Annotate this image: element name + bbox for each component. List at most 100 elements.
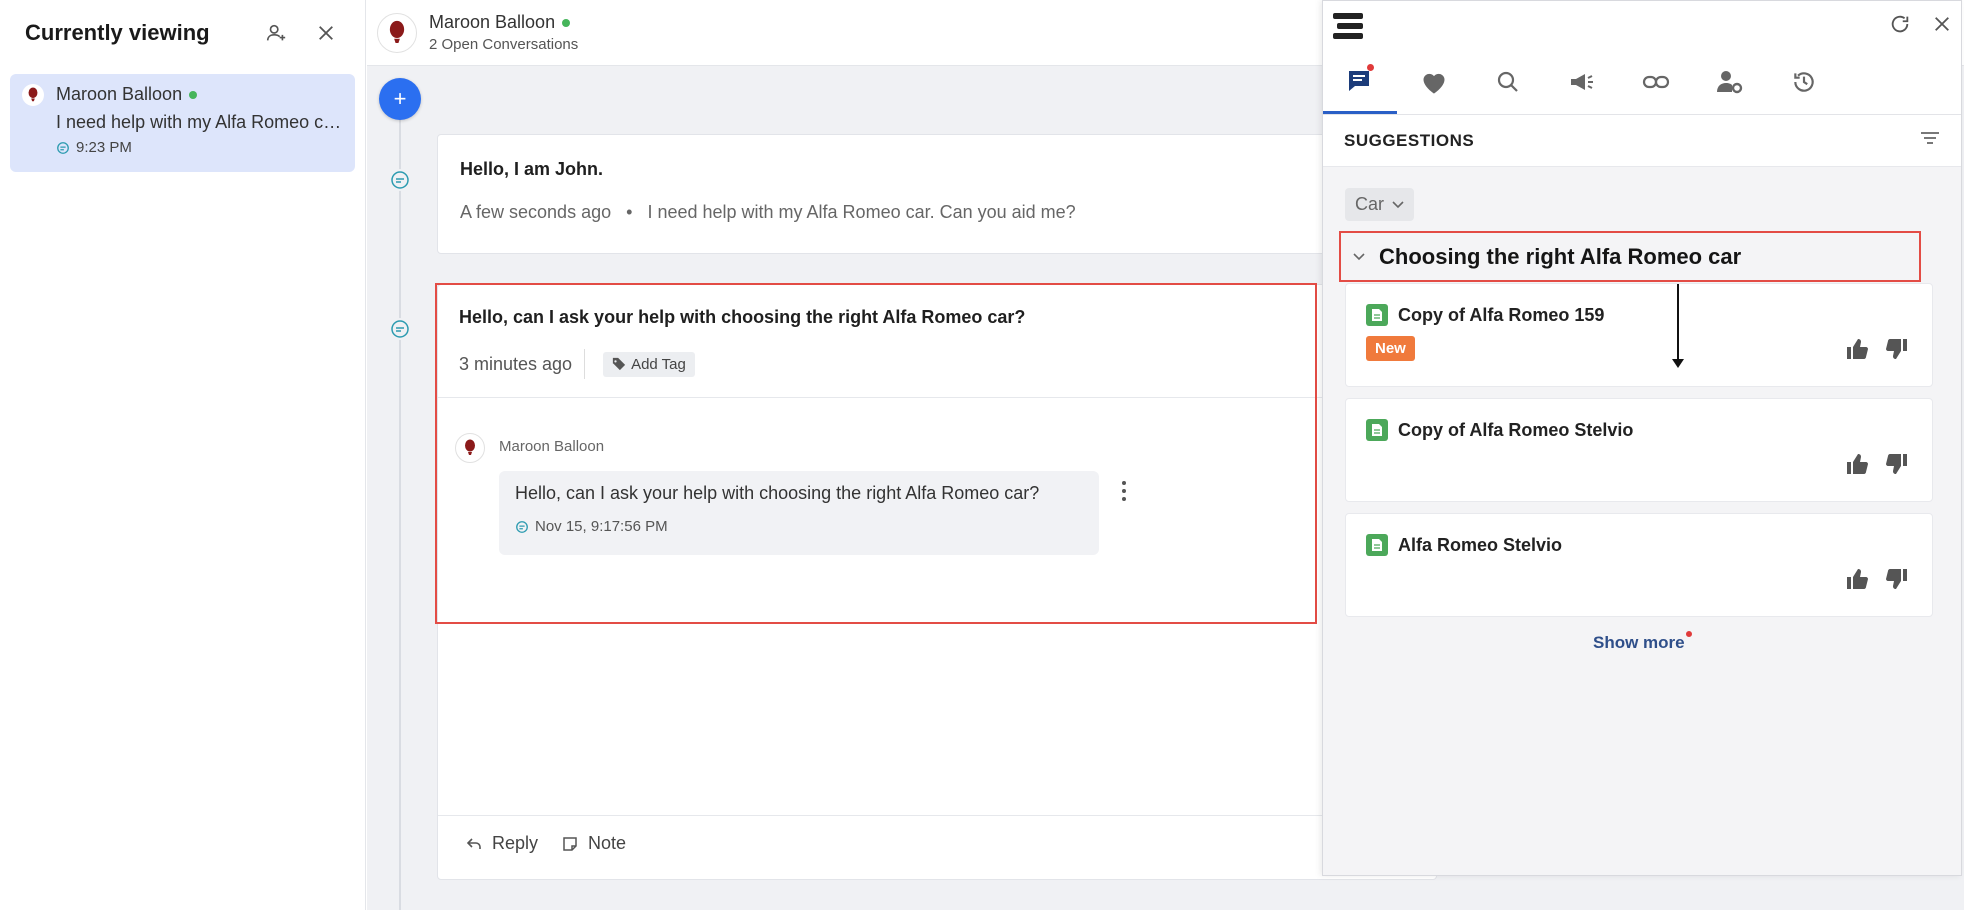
suggestion-card[interactable]: Copy of Alfa Romeo Stelvio [1345, 398, 1933, 502]
add-conversation-button[interactable]: + [379, 78, 421, 120]
thumbs-up-icon[interactable] [1844, 566, 1870, 592]
chat-bubble-icon [389, 318, 411, 340]
notification-dot [1685, 631, 1692, 637]
conversation-card[interactable]: Hello, I am John. A few seconds ago • I … [437, 134, 1437, 254]
online-status-dot [562, 18, 571, 27]
open-conversations-count: 2 Open Conversations [429, 36, 579, 53]
add-tag-label: Add Tag [631, 355, 686, 373]
tab-chat[interactable] [1323, 50, 1397, 114]
new-badge: New [1366, 336, 1415, 361]
visitor-name: Maroon Balloon [56, 84, 183, 104]
thumbs-up-icon[interactable] [1844, 451, 1870, 477]
visitor-card[interactable]: Maroon Balloon I need help with my Alfa … [10, 74, 355, 172]
refresh-icon[interactable] [1889, 13, 1911, 40]
thumbs-down-icon[interactable] [1884, 336, 1910, 362]
suggestion-title: Copy of Alfa Romeo Stelvio [1398, 419, 1634, 440]
contact-name-row: Maroon Balloon [429, 12, 578, 33]
tab-links[interactable] [1619, 50, 1693, 114]
conversation-title: Hello, I am John. [460, 159, 604, 179]
add-user-icon[interactable] [262, 19, 290, 47]
message-text: Hello, can I ask your help with choosing… [515, 483, 1040, 503]
suggestions-title: SUGGESTIONS [1344, 130, 1475, 150]
show-more-link[interactable]: Show more [1593, 631, 1692, 653]
suggestions-header: SUGGESTIONS [1323, 115, 1961, 167]
tab-user-settings[interactable] [1693, 50, 1767, 114]
reply-icon [466, 837, 481, 849]
add-tag-button[interactable]: Add Tag [603, 351, 695, 377]
conversation-preview: I need help with my Alfa Romeo car. Can … [647, 202, 1076, 222]
chevron-down-icon [1392, 200, 1404, 208]
online-status-dot [189, 90, 198, 99]
sidebar-header: Currently viewing [0, 0, 365, 66]
panel-topbar [1323, 1, 1961, 51]
note-icon [563, 836, 577, 851]
conversation-meta: A few seconds ago • I need help with my … [460, 202, 1414, 223]
app-logo-icon [1333, 13, 1363, 39]
conversation-time: 3 minutes ago [459, 353, 573, 374]
message-time-row: Nov 15, 9:17:56 PM [515, 518, 1083, 535]
reply-button[interactable]: Reply [466, 833, 538, 854]
message-time: Nov 15, 9:17:56 PM [535, 518, 668, 535]
suggestion-title: Alfa Romeo Stelvio [1398, 534, 1563, 555]
more-options-icon[interactable] [1118, 479, 1130, 503]
chat-bubble-icon [57, 141, 69, 154]
thumbs-down-icon[interactable] [1884, 451, 1910, 477]
meta-separator: • [616, 202, 643, 222]
search-icon [1497, 71, 1518, 92]
tag-icon [612, 357, 626, 371]
conversation-meta: 3 minutes ago Add Tag [459, 349, 695, 379]
balloon-avatar [455, 433, 485, 463]
suggestion-card[interactable]: Alfa Romeo Stelvio [1345, 513, 1933, 617]
annotation-arrow-head [1672, 359, 1684, 368]
balloon-avatar [377, 12, 417, 53]
reply-label: Reply [492, 833, 539, 853]
meta-divider [584, 349, 586, 379]
conversation-title: Hello, can I ask your help with choosing… [459, 307, 1026, 327]
chevron-down-icon [1353, 252, 1365, 260]
contact-name: Maroon Balloon [429, 12, 556, 32]
panel-tabs [1323, 51, 1961, 115]
document-icon [1366, 304, 1388, 326]
conversation-time: A few seconds ago [460, 202, 612, 222]
tab-search[interactable] [1471, 50, 1545, 114]
balloon-avatar [22, 84, 44, 106]
chat-icon [1349, 70, 1369, 91]
visitor-last-message: I need help with my Alfa Romeo car. Can … [56, 112, 348, 132]
thumbs-up-icon[interactable] [1844, 336, 1870, 362]
notification-dot [1367, 64, 1374, 71]
category-toggle[interactable]: Choosing the right Alfa Romeo car [1339, 231, 1921, 282]
timeline-line [399, 100, 401, 910]
document-icon [1366, 419, 1388, 441]
suggestion-title: Copy of Alfa Romeo 159 [1398, 304, 1605, 325]
chat-bubble-icon [389, 169, 411, 191]
visitor-name-row: Maroon Balloon [56, 84, 343, 105]
note-button[interactable]: Note [562, 833, 626, 854]
close-icon[interactable] [1933, 15, 1951, 38]
tab-favorites[interactable] [1397, 50, 1471, 114]
close-icon[interactable] [312, 19, 340, 47]
suggestion-card[interactable]: Copy of Alfa Romeo 159 New [1345, 283, 1933, 387]
chat-bubble-icon [516, 520, 528, 533]
category-filter-dropdown[interactable]: Car [1345, 188, 1415, 221]
filter-icon[interactable] [1920, 130, 1940, 151]
visitor-time-row: 9:23 PM [56, 139, 343, 156]
history-icon [1794, 72, 1814, 92]
link-icon [1642, 75, 1670, 89]
note-label: Note [588, 833, 627, 853]
message-bubble: Hello, can I ask your help with choosing… [499, 471, 1099, 555]
divider [438, 397, 1436, 398]
category-filter-label: Car [1355, 194, 1385, 214]
conversation-card-expanded[interactable]: Hello, can I ask your help with choosing… [437, 284, 1437, 880]
annotation-arrow [1677, 284, 1679, 362]
category-title: Choosing the right Alfa Romeo car [1379, 243, 1742, 269]
show-more-label: Show more [1593, 633, 1685, 652]
document-icon [1366, 534, 1388, 556]
heart-icon [1423, 73, 1445, 94]
sidebar: Currently viewing Maroon Balloon I need … [0, 0, 366, 910]
tab-history[interactable] [1767, 50, 1841, 114]
tab-announcements[interactable] [1545, 50, 1619, 114]
divider [438, 815, 1436, 816]
thumbs-down-icon[interactable] [1884, 566, 1910, 592]
message-author: Maroon Balloon [499, 438, 605, 455]
suggestions-panel: SUGGESTIONS Car Choosing the right Alfa … [1322, 0, 1962, 876]
